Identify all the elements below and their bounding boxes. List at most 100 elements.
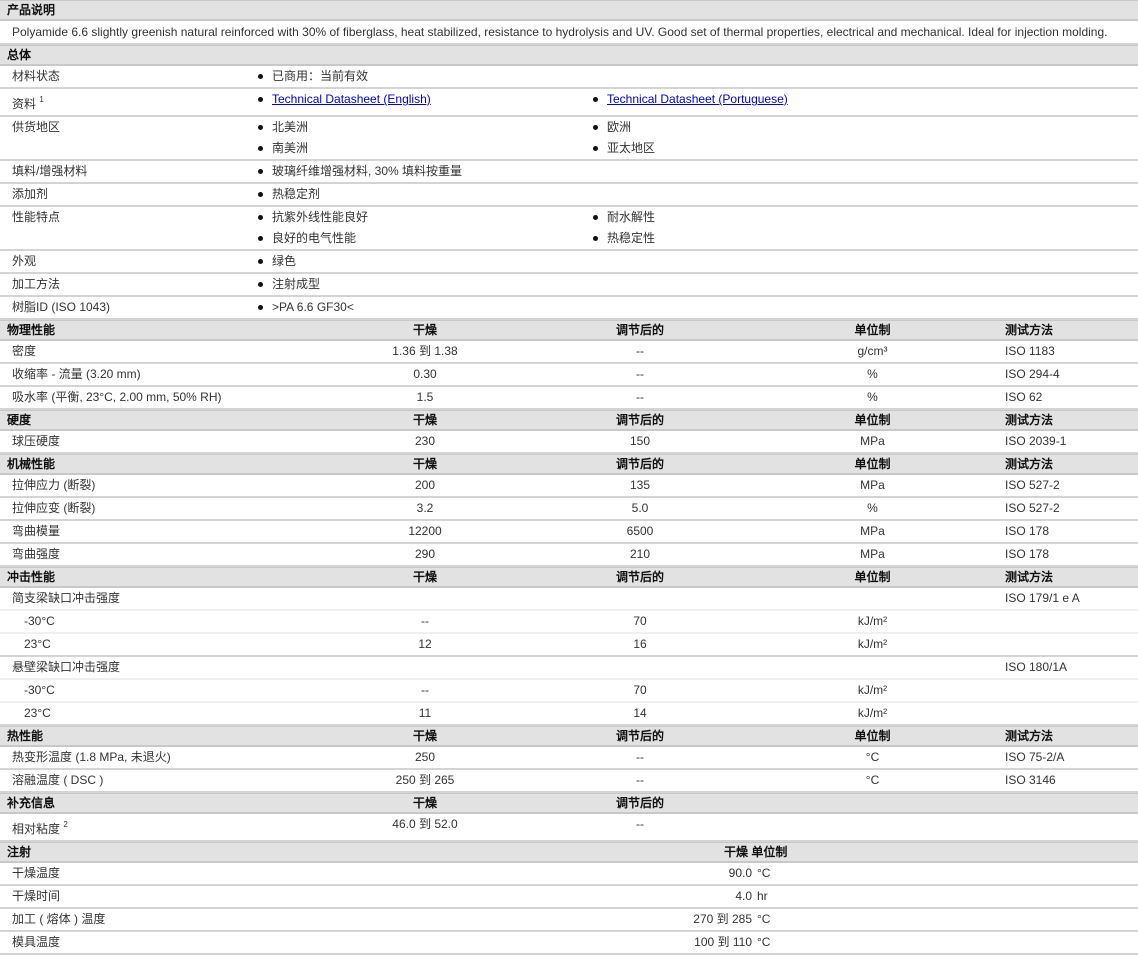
row-label: 添加剂 — [0, 184, 258, 205]
test-method: ISO 294-4 — [1005, 367, 1060, 381]
datasheet: 产品说明 Polyamide 6.6 slightly greenish natu… — [0, 0, 1138, 955]
row-label: 性能特点 — [0, 207, 258, 249]
dry-value: -- — [421, 683, 429, 697]
product-description: Polyamide 6.6 slightly greenish natural … — [0, 21, 1138, 45]
bullet-text: 良好的电气性能 — [272, 231, 357, 245]
column-header: 单位制 — [854, 457, 891, 471]
bullet-column: 绿色 — [258, 251, 593, 272]
conditioned-value: 70 — [633, 683, 647, 697]
test-method: ISO 2039-1 — [1005, 434, 1067, 448]
property-row: 相对粘度 2 46.0 到 52.0 -- — [0, 814, 1138, 842]
dry-value: -- — [421, 614, 429, 628]
bullet-column: 注射成型 — [258, 274, 593, 295]
dry-value: 200 — [414, 478, 436, 492]
general-row: 性能特点 抗紫外线性能良好良好的电气性能 耐水解性 热稳定性 — [0, 207, 1138, 251]
property-row: 吸水率 (平衡, 23°C, 2.00 mm, 50% RH) 1.5 --% ISO… — [0, 387, 1138, 410]
unit: °C — [865, 750, 880, 764]
general-row: 加工方法 注射成型 — [0, 274, 1138, 297]
bullet-item: 北美洲 — [258, 117, 593, 138]
dry-value: 11 — [418, 706, 432, 720]
column-header: 干燥 — [412, 413, 437, 427]
row-label: 供货地区 — [0, 117, 258, 159]
bullet-text: 绿色 — [272, 254, 297, 268]
bullet-column: 北美洲南美洲 — [258, 117, 593, 159]
test-method — [975, 634, 1138, 655]
datasheet-link[interactable]: Technical Datasheet (Portuguese) — [607, 89, 788, 110]
conditioned-value: 5.0 — [631, 501, 649, 515]
dry-value: 12 — [418, 637, 432, 651]
section-header: 机械性能 干燥 调节后的 单位制 测试方法 — [0, 454, 1138, 475]
bullet-column: 欧洲 亚太地区 — [593, 117, 1138, 159]
column-header: 单位制 — [854, 570, 891, 584]
property-label: -30°C — [0, 611, 340, 632]
conditioned-value: 16 — [633, 637, 647, 651]
property-name: 溶融温度 ( DSC ) — [12, 773, 104, 787]
bullet-item: 热稳定剂 — [258, 184, 593, 205]
section-title: 冲击性能 — [7, 570, 56, 584]
property-label: 溶融温度 ( DSC ) — [0, 770, 340, 791]
conditioned-value: 135 — [629, 478, 651, 492]
section-header-injection: 注射 干燥 单位制 — [0, 842, 1138, 863]
column-header: 干燥 — [412, 323, 437, 337]
property-name: 收缩率 - 流量 (3.20 mm) — [12, 367, 141, 381]
bullet-item: 亚太地区 — [593, 138, 1138, 159]
property-name: 加工 ( 熔体 ) 温度 — [12, 912, 106, 926]
column-header: 调节后的 — [615, 796, 664, 810]
general-row: 材料状态 已商用：当前有效 — [0, 66, 1138, 89]
property-label: 拉伸应变 (断裂) — [0, 498, 340, 519]
property-label: 收缩率 - 流量 (3.20 mm) — [0, 364, 340, 385]
injection-value: 100 到 110 — [694, 935, 752, 949]
unit — [770, 588, 975, 609]
bullet-text: 热稳定剂 — [272, 187, 321, 201]
property-row: 简支梁缺口冲击强度 ISO 179/1 e A — [0, 588, 1138, 611]
property-row: 弯曲模量 12200 6500 MPa ISO 178 — [0, 521, 1138, 544]
row-label: 树脂ID (ISO 1043) — [0, 297, 258, 318]
column-header: 干燥 — [724, 845, 749, 859]
section-title: 机械性能 — [7, 457, 56, 471]
bullet-item: 绿色 — [258, 251, 593, 272]
conditioned-value: -- — [636, 750, 644, 764]
unit: kJ/m² — [857, 637, 888, 651]
row-label: 外观 — [0, 251, 258, 272]
bullet-column: 已商用：当前有效 — [258, 66, 593, 87]
general-row: 树脂ID (ISO 1043) >PA 6.6 GF30< — [0, 297, 1138, 320]
property-name: 模具温度 — [12, 935, 61, 949]
injection-row: 模具温度 100 到 110 °C — [0, 932, 1138, 955]
datasheet-link[interactable]: Technical Datasheet (English) — [272, 89, 431, 110]
injection-row: 干燥温度 90.0 °C — [0, 863, 1138, 886]
unit: °C — [865, 773, 880, 787]
property-label: 热变形温度 (1.8 MPa, 未退火) — [0, 747, 340, 768]
bullet-item: 抗紫外线性能良好 — [258, 207, 593, 228]
property-name: 密度 — [12, 344, 37, 358]
dry-value: 230 — [414, 434, 436, 448]
test-method: ISO 527-2 — [1005, 478, 1060, 492]
column-header: 干燥 — [412, 796, 437, 810]
bullet-column — [593, 66, 1138, 87]
unit — [770, 657, 975, 678]
bullet-item: 热稳定性 — [593, 228, 1138, 249]
test-method: ISO 180/1A — [1005, 660, 1068, 674]
unit: MPa — [860, 434, 885, 448]
property-name: -30°C — [24, 683, 55, 697]
bullet-item: 南美洲 — [258, 138, 593, 159]
test-method — [975, 611, 1138, 632]
dry-value: 250 到 265 — [395, 773, 455, 787]
property-name: -30°C — [24, 614, 55, 628]
column-header: 干燥 — [412, 570, 437, 584]
bullet-text: 已商用：当前有效 — [272, 69, 369, 83]
bullet-column — [593, 161, 1138, 182]
row-label-text: 添加剂 — [12, 187, 49, 201]
bullet-item: 耐水解性 — [593, 207, 1138, 228]
bullet-text: 南美洲 — [272, 141, 309, 155]
property-name: 吸水率 (平衡, 23°C, 2.00 mm, 50% RH) — [12, 390, 222, 404]
column-header — [975, 794, 1138, 812]
dry-value: 1.5 — [416, 390, 434, 404]
conditioned-value: -- — [636, 344, 644, 358]
section-title: 总体 — [7, 48, 32, 62]
row-label: 资料 1 — [0, 89, 258, 115]
column-header: 单位制 — [751, 845, 788, 859]
test-method: ISO 62 — [1005, 390, 1043, 404]
section-title: 产品说明 — [7, 3, 56, 17]
conditioned-value: 14 — [633, 706, 647, 720]
property-label: 23°C — [0, 703, 340, 724]
